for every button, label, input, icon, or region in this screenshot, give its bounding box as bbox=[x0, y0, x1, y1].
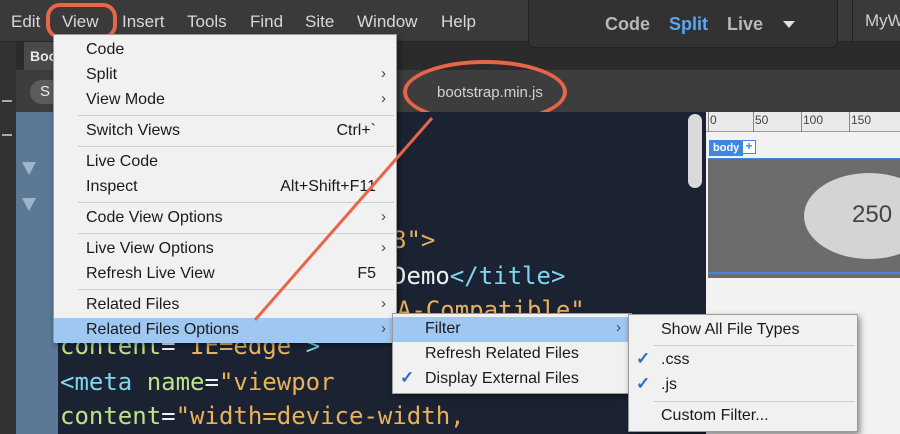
annotation-connector-line bbox=[253, 117, 434, 321]
